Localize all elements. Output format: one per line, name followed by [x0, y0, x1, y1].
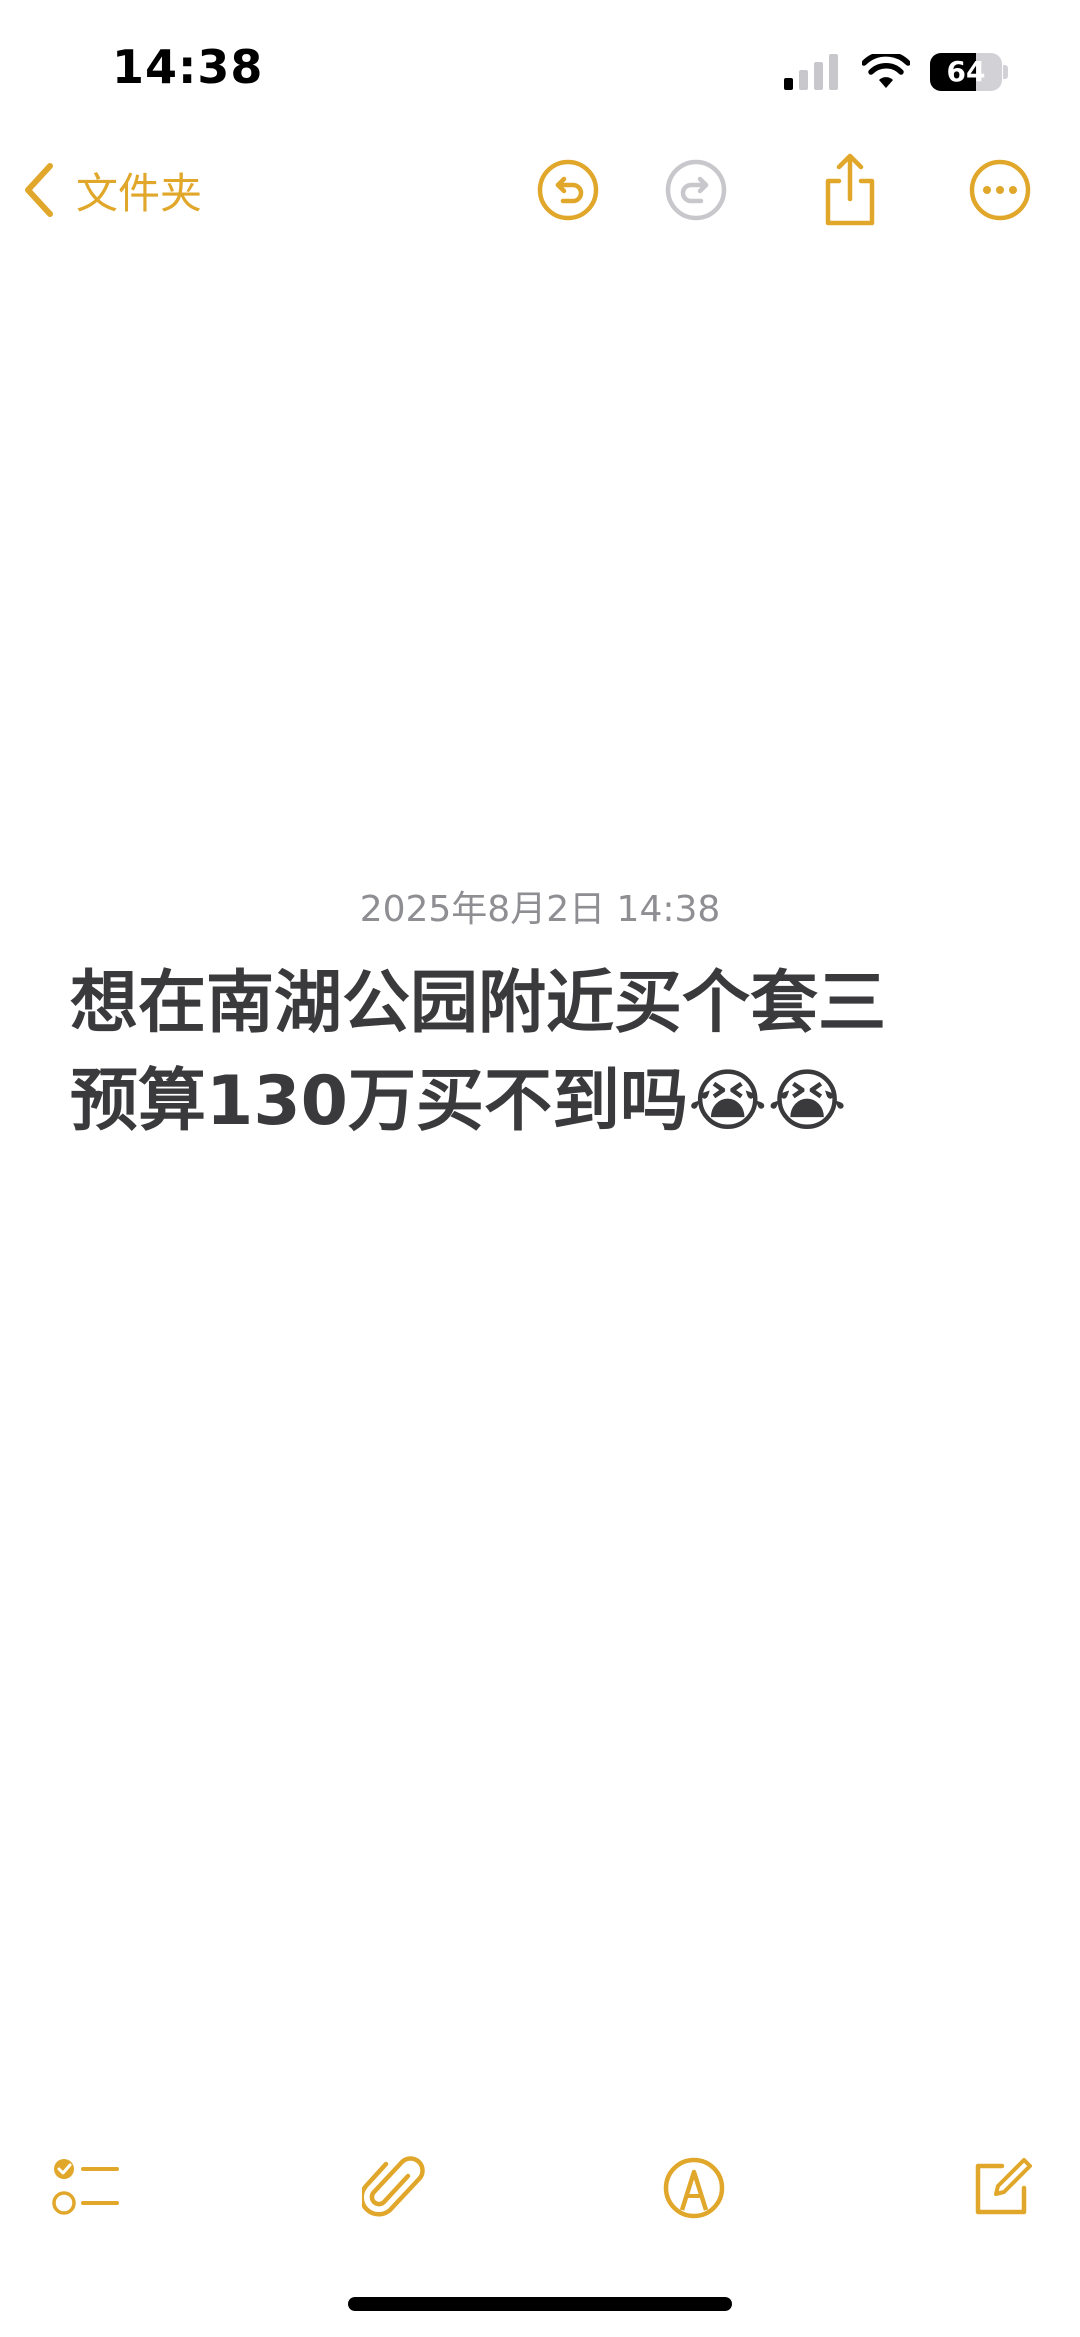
battery-icon: 64	[930, 53, 1008, 91]
redo-icon	[665, 159, 727, 221]
home-indicator[interactable]	[348, 2297, 732, 2311]
markup-button[interactable]	[652, 2148, 736, 2228]
wifi-icon	[862, 54, 910, 88]
note-line: 预算130万买不到吗😭😭	[70, 1062, 847, 1141]
paperclip-icon	[362, 2156, 425, 2217]
status-time: 14:38	[112, 40, 264, 94]
note-line: 想在南湖公园附近买个套三	[70, 964, 887, 1043]
ellipsis-circle-icon	[969, 159, 1031, 221]
chevron-left-icon	[25, 163, 53, 217]
note-date: 2025年8月2日 14:38	[359, 889, 721, 930]
more-button[interactable]	[968, 158, 1032, 222]
compose-button[interactable]	[958, 2148, 1042, 2228]
note-body[interactable]: 想在南湖公园附近买个套三 预算130万买不到吗😭😭	[70, 955, 1030, 1151]
share-button[interactable]	[818, 150, 882, 230]
pen-tip-icon	[663, 2157, 725, 2219]
back-label: 文件夹	[76, 168, 203, 218]
back-button[interactable]: 文件夹	[22, 160, 202, 220]
compose-icon	[975, 2158, 1032, 2215]
share-icon	[825, 153, 875, 226]
attachment-button[interactable]	[352, 2148, 436, 2228]
checklist-icon	[52, 2159, 119, 2215]
redo-button[interactable]	[664, 158, 728, 222]
cellular-signal-icon	[784, 54, 838, 90]
battery-percent: 64	[946, 55, 986, 88]
undo-button[interactable]	[536, 158, 600, 222]
status-bar: 14:38 64	[0, 0, 1080, 140]
status-icons: 64	[784, 52, 1008, 92]
undo-icon	[537, 159, 599, 221]
checklist-button[interactable]	[44, 2148, 128, 2228]
